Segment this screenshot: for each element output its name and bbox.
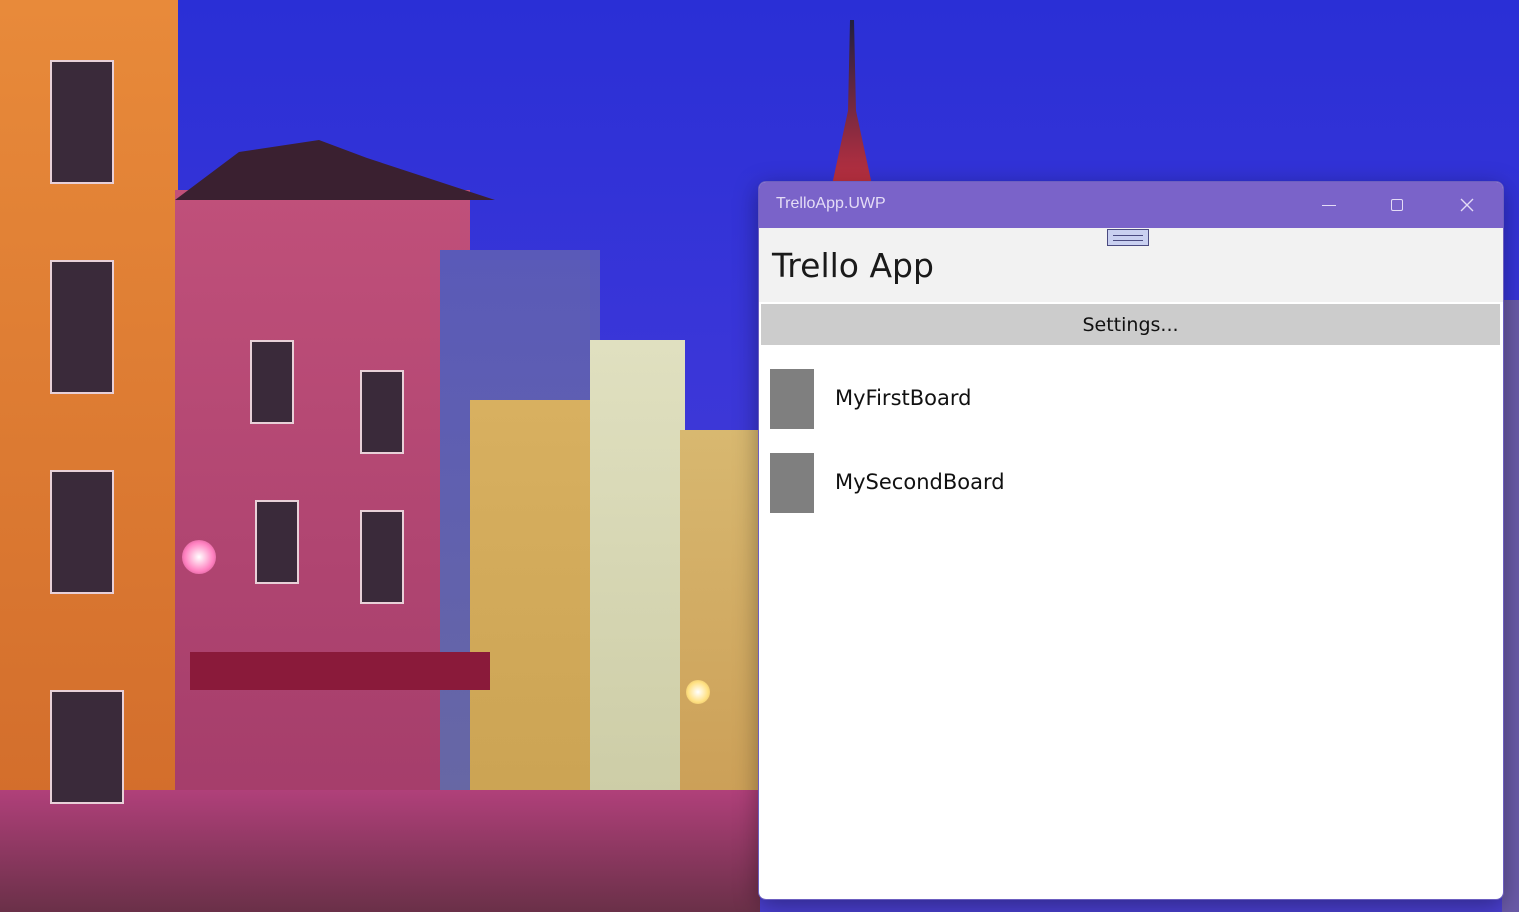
board-list: MyFirstBoard MySecondBoard <box>759 368 1503 536</box>
wallpaper-sign <box>190 652 490 690</box>
title-bar[interactable]: TrelloApp.UWP <box>759 182 1503 228</box>
board-item-myfirstboard[interactable]: MyFirstBoard <box>759 368 1503 429</box>
board-thumbnail <box>770 453 814 513</box>
desktop: TrelloApp.UWP Trello App Settings... MyF… <box>0 0 1519 912</box>
wallpaper-window <box>50 470 114 594</box>
drag-handle-icon[interactable] <box>1107 229 1149 246</box>
minimize-icon <box>1322 204 1336 206</box>
maximize-icon <box>1391 199 1403 211</box>
app-title: Trello App <box>772 246 934 285</box>
wallpaper-window <box>50 60 114 184</box>
wallpaper-window <box>50 260 114 394</box>
settings-button[interactable]: Settings... <box>761 304 1500 345</box>
wallpaper-window <box>360 370 404 454</box>
wallpaper-window <box>255 500 299 584</box>
close-icon <box>1460 198 1474 212</box>
board-name: MySecondBoard <box>835 470 1005 494</box>
close-button[interactable] <box>1433 182 1501 228</box>
wallpaper-street <box>0 790 760 912</box>
minimize-button[interactable] <box>1295 182 1363 228</box>
wallpaper-window <box>250 340 294 424</box>
wallpaper-right-edge <box>1502 300 1519 912</box>
wallpaper-window <box>360 510 404 604</box>
window-title: TrelloApp.UWP <box>776 195 886 212</box>
app-header: Trello App <box>759 228 1503 302</box>
app-window: TrelloApp.UWP Trello App Settings... MyF… <box>758 181 1504 900</box>
board-thumbnail <box>770 369 814 429</box>
wallpaper-spire <box>832 20 872 185</box>
maximize-button[interactable] <box>1363 182 1431 228</box>
drag-handle-lines <box>1113 234 1143 241</box>
wallpaper-lamp <box>686 680 710 704</box>
board-name: MyFirstBoard <box>835 386 972 410</box>
wallpaper-lamp <box>182 540 216 574</box>
board-item-mysecondboard[interactable]: MySecondBoard <box>759 452 1503 513</box>
wallpaper-window <box>50 690 124 804</box>
wallpaper-roof <box>175 140 495 200</box>
